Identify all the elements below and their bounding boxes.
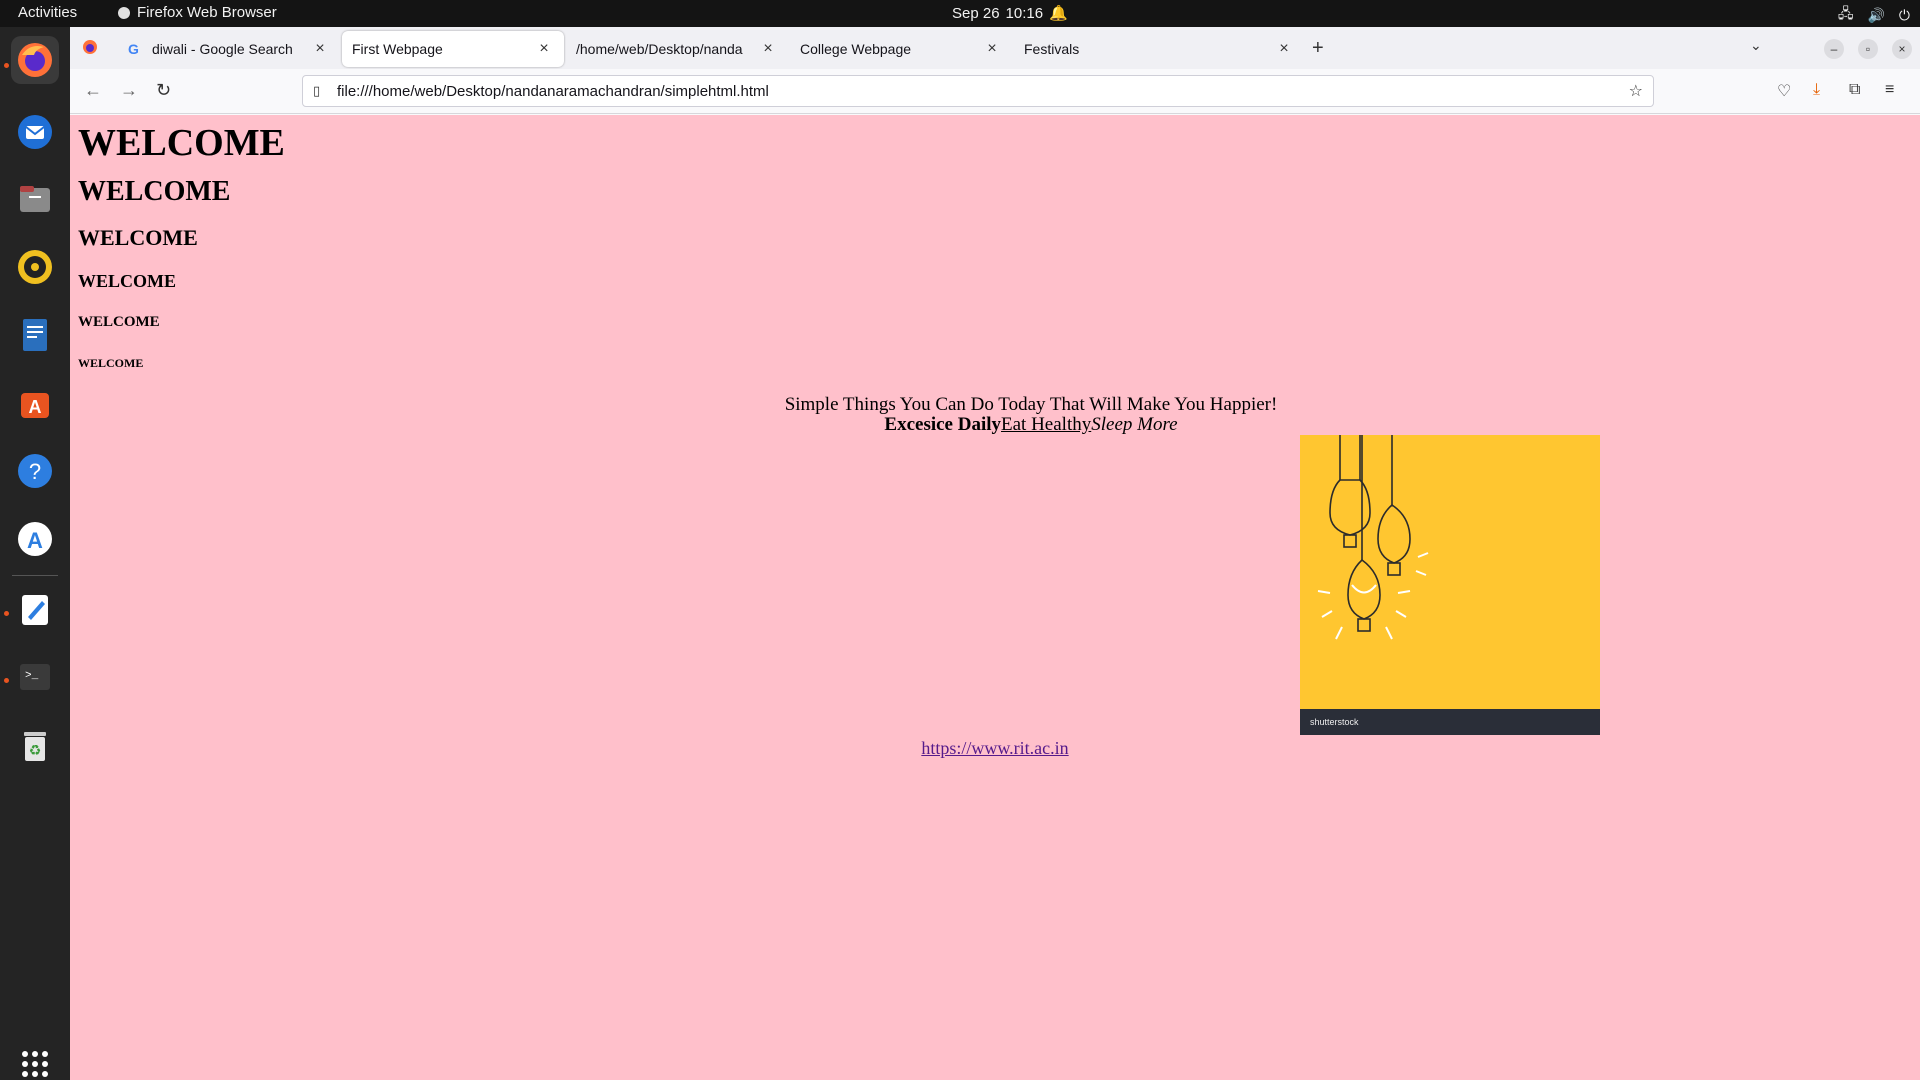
trash-icon[interactable]: ♻	[11, 721, 59, 769]
bookmark-star-icon[interactable]: ☆	[1629, 81, 1643, 101]
files-icon[interactable]	[11, 175, 59, 223]
svg-text:♻: ♻	[29, 742, 42, 758]
rhythmbox-icon[interactable]	[11, 243, 59, 291]
navigation-toolbar: ← → ↻ ▯ file:///home/web/Desktop/nandana…	[70, 69, 1920, 114]
tab-file-listing[interactable]: /home/web/Desktop/nanda ×	[566, 31, 788, 67]
help-icon[interactable]: ?	[11, 447, 59, 495]
app-name: Firefox Web Browser	[137, 4, 277, 21]
system-tray[interactable]: 🖧 🔊 ⏻	[1838, 3, 1910, 27]
notification-bell-icon: 🔔	[1049, 5, 1068, 22]
page-icon: ▯	[313, 83, 321, 98]
svg-text:A: A	[29, 397, 42, 417]
list-all-tabs-chevron-down-icon[interactable]: ⌄	[1750, 37, 1762, 54]
svg-text:?: ?	[29, 459, 41, 484]
url-bar[interactable]: ▯ file:///home/web/Desktop/nandanaramach…	[302, 75, 1654, 107]
tips-line: Excesice DailyEat HealthySleep More	[70, 415, 1920, 435]
app-menu[interactable]: Firefox Web Browser	[117, 4, 277, 21]
volume-icon: 🔊	[1867, 6, 1885, 23]
image-watermark: shutterstock	[1310, 717, 1359, 727]
text-editor-icon[interactable]	[11, 586, 59, 634]
close-icon[interactable]: ×	[1274, 40, 1294, 58]
new-tab-button[interactable]: +	[1312, 37, 1324, 60]
close-icon[interactable]: ×	[758, 40, 778, 58]
extensions-icon[interactable]: ⧉	[1849, 81, 1860, 99]
reload-icon[interactable]: ↻	[156, 80, 171, 101]
heading-h6: WELCOME	[78, 356, 144, 370]
close-icon[interactable]: ×	[534, 40, 554, 58]
tab-diwali-search[interactable]: G diwali - Google Search ×	[118, 31, 340, 67]
image-watermark-bar: shutterstock	[1300, 709, 1600, 735]
firefox-icon[interactable]	[11, 36, 59, 84]
tab-title: diwali - Google Search	[152, 41, 293, 57]
show-apps-icon[interactable]	[11, 1040, 59, 1080]
rit-link[interactable]: https://www.rit.ac.in	[70, 738, 1920, 759]
activities-button[interactable]: Activities	[18, 4, 77, 21]
back-arrow-icon[interactable]: ←	[84, 80, 102, 101]
italic-tip: Sleep More	[1091, 414, 1178, 435]
downloads-icon[interactable]: ⤓	[1813, 81, 1820, 99]
svg-text:>_: >_	[25, 670, 39, 682]
tab-title: College Webpage	[800, 41, 912, 57]
heading-h5: WELCOME	[78, 314, 160, 330]
restore-button[interactable]: ▫	[1858, 39, 1878, 59]
tab-college-webpage[interactable]: College Webpage ×	[790, 31, 1012, 67]
hanging-lightbulbs-illustration	[1317, 435, 1429, 640]
menu-hamburger-icon[interactable]: ≡	[1885, 81, 1894, 99]
bold-tip: Excesice Daily	[884, 414, 1002, 435]
tab-title: /home/web/Desktop/nanda	[576, 41, 743, 57]
clock[interactable]: Sep 26 10:16 🔔	[952, 4, 1068, 23]
tab-title: First Webpage	[352, 41, 443, 57]
forward-arrow-icon[interactable]: →	[120, 80, 138, 101]
libreoffice-writer-icon[interactable]	[11, 311, 59, 359]
firefox-view-icon[interactable]	[82, 39, 98, 60]
lightbulb-image: shutterstock	[1300, 435, 1600, 735]
thunderbird-icon[interactable]	[11, 108, 59, 156]
dock: A ? A >_ ♻	[0, 27, 70, 1080]
clock-date: Sep 26	[952, 4, 1000, 22]
clock-time: 10:16	[1005, 4, 1044, 22]
underline-tip: Eat Healthy	[1001, 414, 1092, 435]
center-text-block: Simple Things You Can Do Today That Will…	[70, 395, 1920, 435]
web-page-content: WELCOME WELCOME WELCOME WELCOME WELCOME …	[70, 115, 1920, 1080]
svg-text:A: A	[27, 528, 43, 553]
running-indicator	[4, 63, 9, 68]
terminal-icon[interactable]: >_	[11, 653, 59, 701]
firefox-small-icon	[118, 6, 130, 19]
close-icon[interactable]: ×	[310, 40, 330, 58]
tab-first-webpage[interactable]: First Webpage ×	[342, 31, 564, 67]
tagline: Simple Things You Can Do Today That Will…	[784, 394, 1278, 415]
heading-h4: WELCOME	[78, 271, 177, 291]
close-window-button[interactable]: ×	[1892, 39, 1912, 59]
power-icon: ⏻	[1898, 6, 1910, 23]
running-indicator	[4, 678, 9, 683]
url-text[interactable]: file:///home/web/Desktop/nandanaramachan…	[337, 83, 1629, 100]
close-icon[interactable]: ×	[982, 40, 1002, 58]
network-icon: 🖧	[1837, 5, 1854, 21]
pocket-icon[interactable]: ♡	[1777, 81, 1791, 101]
tab-title: Festivals	[1024, 41, 1080, 57]
tab-bar: G diwali - Google Search × First Webpage…	[70, 27, 1920, 69]
tab-festivals[interactable]: Festivals ×	[1014, 31, 1304, 67]
running-indicator	[4, 611, 9, 616]
firefox-window: G diwali - Google Search × First Webpage…	[70, 27, 1920, 1080]
dock-separator	[12, 575, 58, 576]
system-top-bar: Activities Firefox Web Browser Sep 26 10…	[0, 0, 1920, 27]
software-icon[interactable]: A	[11, 379, 59, 427]
heading-h2: WELCOME	[78, 176, 231, 207]
minimize-button[interactable]: –	[1824, 39, 1844, 59]
heading-h3: WELCOME	[78, 225, 198, 250]
google-icon: G	[128, 41, 139, 57]
app-center-icon[interactable]: A	[11, 515, 59, 563]
heading-h1: WELCOME	[78, 122, 285, 164]
